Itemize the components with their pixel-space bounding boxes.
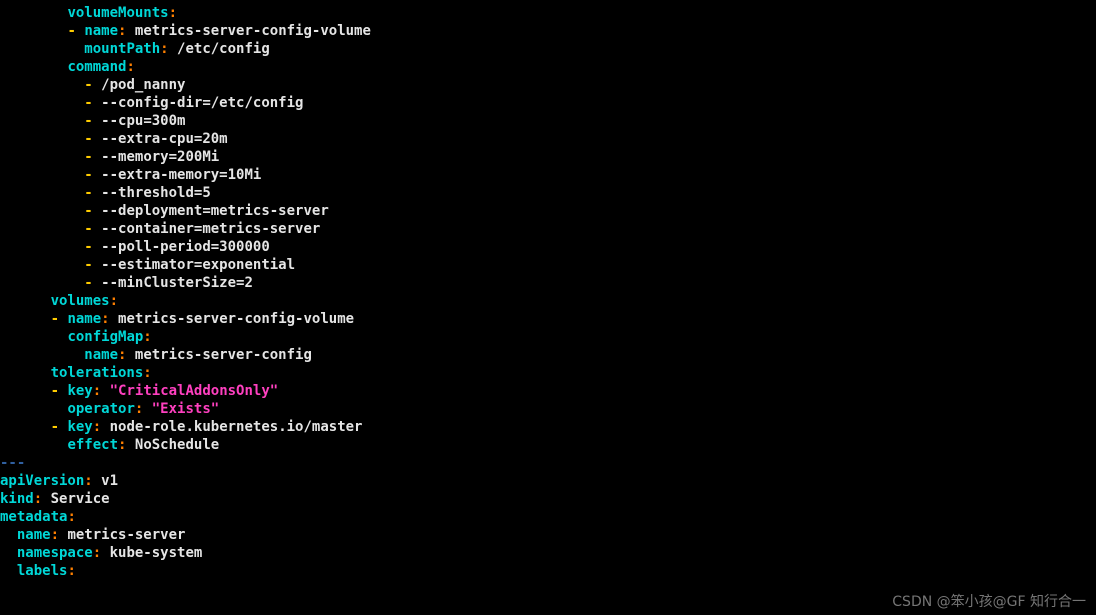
yaml-code-block: volumeMounts: - name: metrics-server-con… (0, 0, 1096, 580)
key-command: command (67, 59, 126, 75)
key-volumeMounts: volumeMounts (67, 5, 168, 21)
key-tolerations: tolerations (51, 365, 144, 381)
doc-separator: --- (0, 455, 25, 471)
watermark-text: CSDN @笨小孩@GF 知行合一 (892, 593, 1086, 611)
key-volumes: volumes (51, 293, 110, 309)
